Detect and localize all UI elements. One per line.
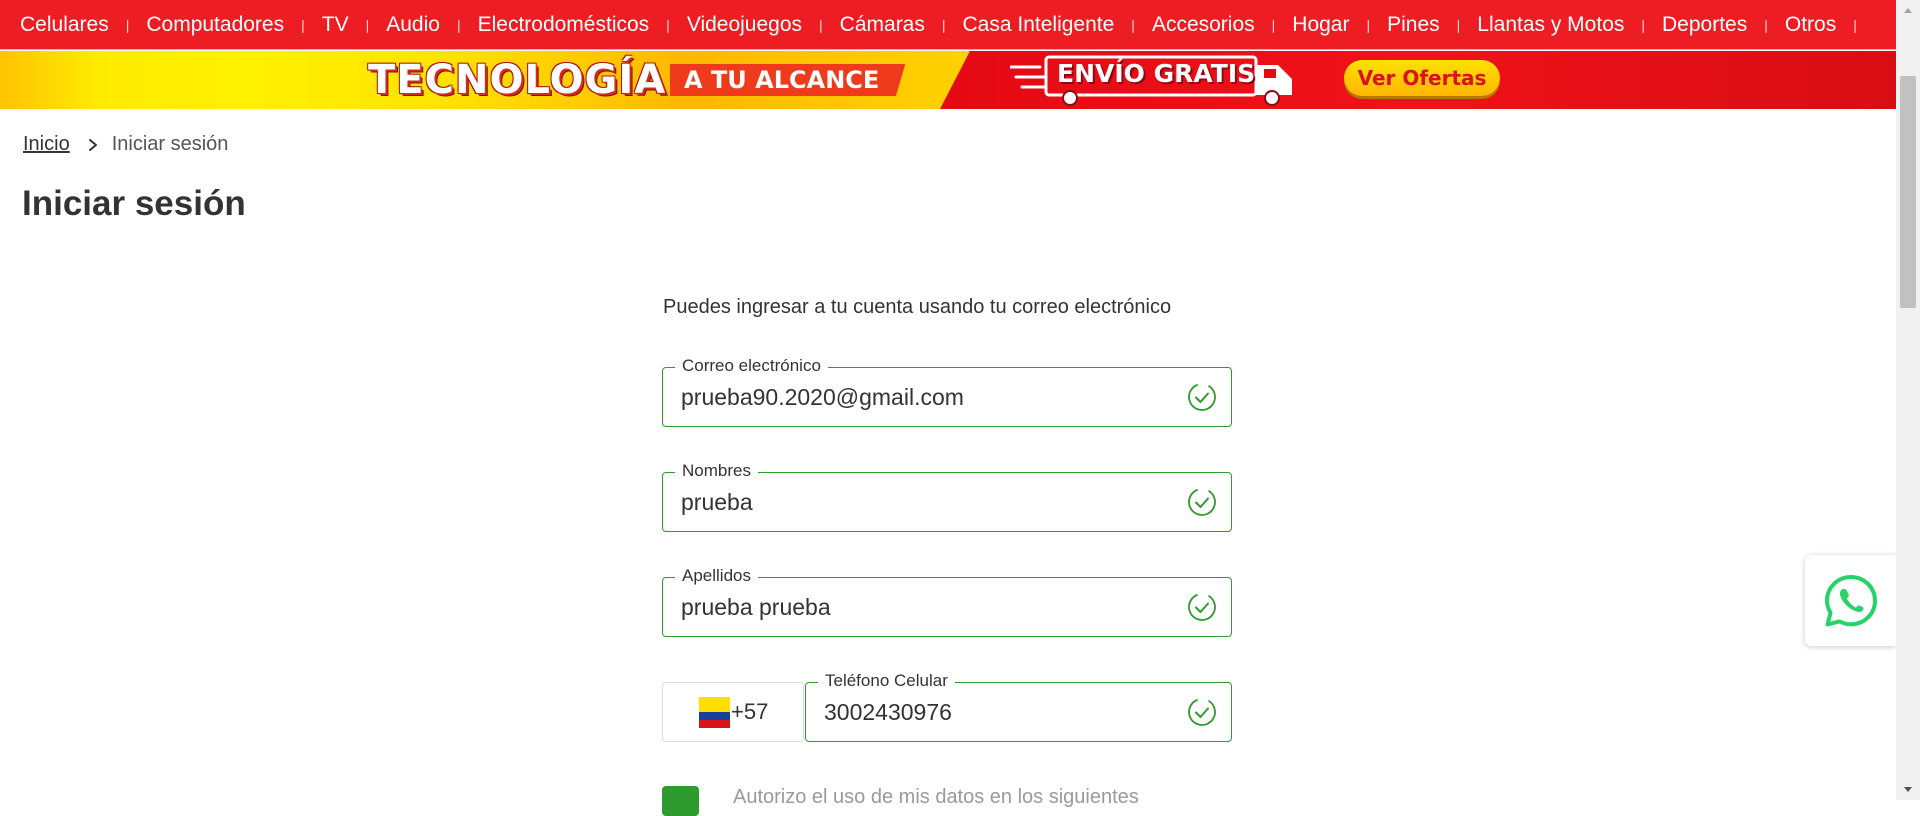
email-field: Correo electrónico xyxy=(662,356,1232,427)
login-intro-text: Puedes ingresar a tu cuenta usando tu co… xyxy=(663,296,1172,318)
nav-item-accesorios[interactable]: Accesorios xyxy=(1152,13,1255,37)
consent-text: Autorizo el uso de mis datos en los sigu… xyxy=(733,786,1139,808)
scroll-down-arrow-icon[interactable] xyxy=(1896,780,1920,800)
scrollbar-thumb[interactable] xyxy=(1900,76,1916,308)
nav-item-computadores[interactable]: Computadores xyxy=(146,13,284,37)
nav-separator: | xyxy=(1456,16,1461,33)
page-title: Iniciar sesión xyxy=(22,184,246,223)
phone-label: Teléfono Celular xyxy=(818,671,955,691)
nav-separator: | xyxy=(1131,16,1135,33)
promo-banner[interactable]: TECNOLOGÍA A TU ALCANCE ENVÍO GRATIS Ver… xyxy=(0,51,1896,109)
check-circle-icon xyxy=(1188,698,1216,726)
breadcrumb-home-link[interactable]: Inicio xyxy=(23,133,70,156)
apellidos-input[interactable] xyxy=(681,588,1161,626)
nav-separator: | xyxy=(819,16,823,33)
breadcrumb-current: Iniciar sesión xyxy=(111,133,229,155)
phone-field: Teléfono Celular xyxy=(805,671,1232,742)
nav-item-electrodomesticos[interactable]: Electrodomésticos xyxy=(478,13,650,37)
apellidos-label: Apellidos xyxy=(675,566,758,586)
nav-separator: | xyxy=(301,16,305,33)
check-circle-icon xyxy=(1188,383,1216,411)
nav-item-tv[interactable]: TV xyxy=(322,13,349,37)
dial-code: +57 xyxy=(731,699,769,724)
nav-separator: | xyxy=(456,16,461,33)
nav-item-celulares[interactable]: Celulares xyxy=(20,13,109,37)
nav-separator: | xyxy=(1271,16,1276,33)
page-scrollbar[interactable] xyxy=(1896,0,1920,800)
apellidos-field: Apellidos xyxy=(662,566,1232,637)
nav-item-hogar[interactable]: Hogar xyxy=(1292,13,1349,37)
phone-input[interactable] xyxy=(824,693,1164,731)
nombres-field: Nombres xyxy=(662,461,1232,532)
breadcrumb: Inicio Iniciar sesión xyxy=(23,133,228,156)
nav-item-camaras[interactable]: Cámaras xyxy=(840,13,925,37)
nav-separator: | xyxy=(1764,16,1768,33)
nav-separator: | xyxy=(666,16,670,33)
banner-envio-text: ENVÍO GRATIS xyxy=(1057,59,1256,88)
ver-ofertas-button[interactable]: Ver Ofertas xyxy=(1344,60,1500,96)
banner-alcance-text: A TU ALCANCE xyxy=(670,64,906,96)
colombia-flag-icon xyxy=(699,696,730,728)
banner-tecnologia-text: TECNOLOGÍA xyxy=(368,57,667,103)
chevron-right-icon xyxy=(87,138,99,152)
email-input[interactable] xyxy=(681,378,1161,416)
nav-item-casa-inteligente[interactable]: Casa Inteligente xyxy=(963,13,1115,37)
nav-separator: | xyxy=(1853,16,1857,33)
whatsapp-icon xyxy=(1824,574,1877,626)
nav-separator: | xyxy=(1641,16,1646,33)
nombres-label: Nombres xyxy=(675,461,758,481)
nav-separator: | xyxy=(941,16,946,33)
nav-item-llantas-y-motos[interactable]: Llantas y Motos xyxy=(1477,13,1624,37)
country-code-selector[interactable]: +57 xyxy=(662,682,804,742)
nombres-input[interactable] xyxy=(681,483,1161,521)
check-circle-icon xyxy=(1188,488,1216,516)
scroll-up-arrow-icon[interactable] xyxy=(1896,0,1920,20)
whatsapp-button[interactable] xyxy=(1805,555,1896,646)
nav-separator: | xyxy=(365,16,370,33)
nav-item-audio[interactable]: Audio xyxy=(386,13,440,37)
category-nav: Celulares | Computadores | TV | Audio | … xyxy=(0,0,1910,50)
nav-item-deportes[interactable]: Deportes xyxy=(1662,13,1747,37)
nav-separator: | xyxy=(125,16,130,33)
check-circle-icon xyxy=(1188,593,1216,621)
nav-separator: | xyxy=(1366,16,1371,33)
nav-item-otros[interactable]: Otros xyxy=(1785,13,1836,37)
email-label: Correo electrónico xyxy=(675,356,828,376)
nav-item-pines[interactable]: Pines xyxy=(1387,13,1440,37)
consent-checkbox[interactable] xyxy=(662,786,699,816)
nav-item-videojuegos[interactable]: Videojuegos xyxy=(687,13,802,37)
